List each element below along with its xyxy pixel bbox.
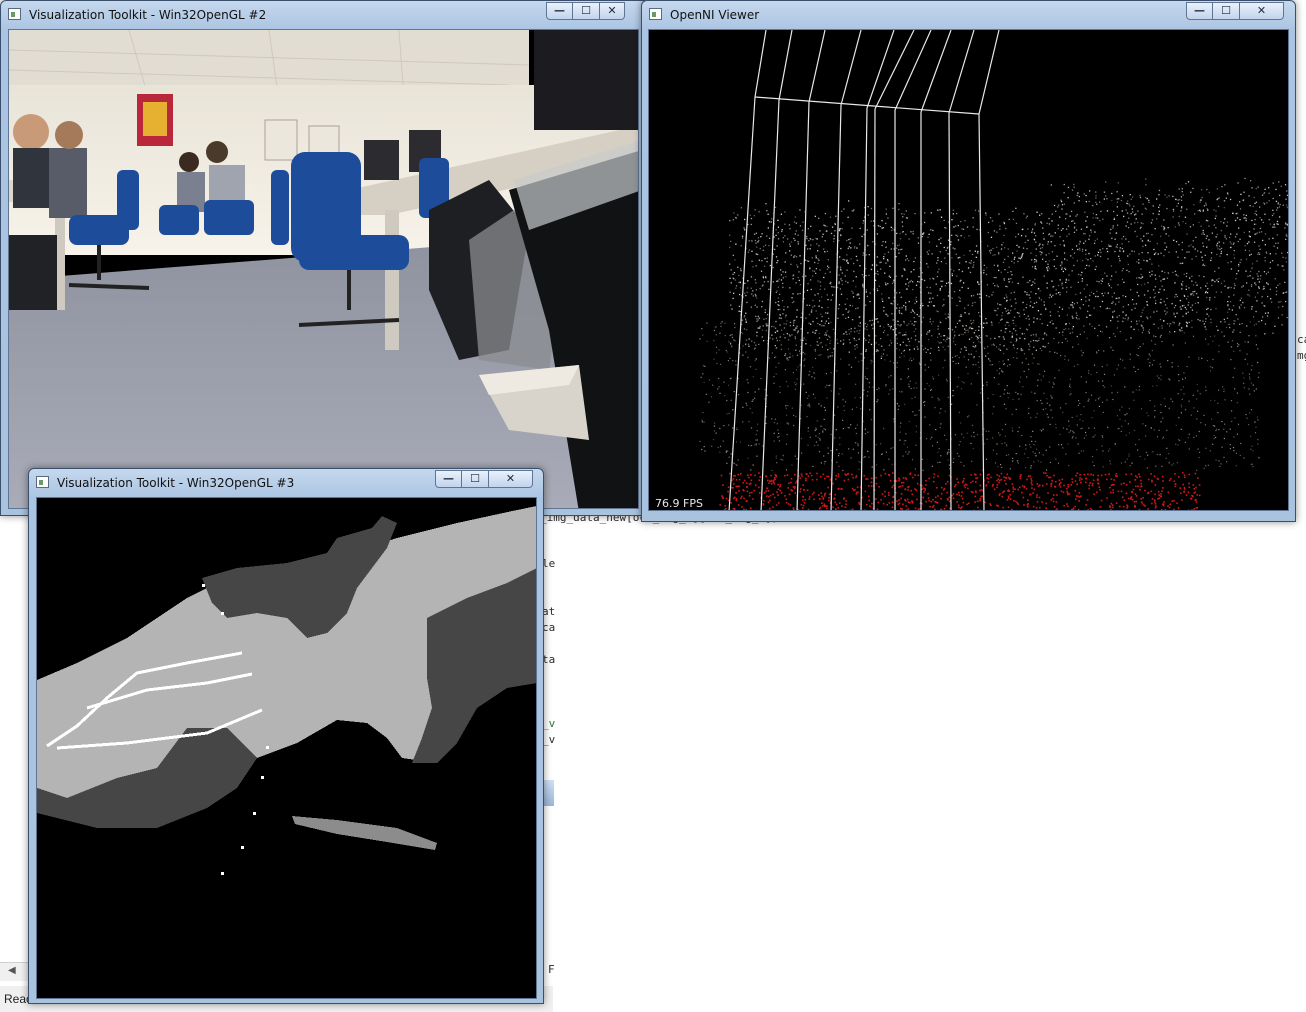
minimize-button[interactable]: —: [435, 470, 462, 488]
titlebar[interactable]: Visualization Toolkit - Win32OpenGL #3 —…: [29, 469, 543, 497]
ide-horizontal-scrollbar[interactable]: ◀: [0, 962, 30, 981]
close-button[interactable]: ✕: [600, 2, 625, 20]
window-app-icon[interactable]: [8, 8, 21, 20]
vtk-window-2[interactable]: Visualization Toolkit - Win32OpenGL #2 —…: [0, 0, 650, 516]
window-title: OpenNI Viewer: [670, 8, 760, 22]
minimize-button[interactable]: —: [546, 2, 573, 20]
maximize-button[interactable]: ☐: [1213, 2, 1240, 20]
camera-render-view[interactable]: [8, 29, 639, 509]
minimize-button[interactable]: —: [1186, 2, 1213, 20]
titlebar[interactable]: OpenNI Viewer — ☐ ✕: [642, 1, 1295, 29]
window-app-icon[interactable]: [649, 8, 662, 20]
window-title: Visualization Toolkit - Win32OpenGL #2: [29, 8, 267, 22]
code-fragment: F: [548, 963, 555, 976]
maximize-button[interactable]: ☐: [462, 470, 489, 488]
segmentation-render-view[interactable]: [36, 497, 537, 999]
segmentation-image: [37, 498, 536, 998]
window-app-icon[interactable]: [36, 476, 49, 488]
maximize-button[interactable]: ☐: [573, 2, 600, 20]
close-button[interactable]: ✕: [489, 470, 533, 488]
code-fragment: mg: [1297, 349, 1306, 362]
close-button[interactable]: ✕: [1240, 2, 1284, 20]
openni-viewer-window[interactable]: OpenNI Viewer — ☐ ✕ 76.9 FPS: [641, 0, 1296, 522]
vtk-window-3[interactable]: Visualization Toolkit - Win32OpenGL #3 —…: [28, 468, 544, 1004]
point-cloud-render-view[interactable]: 76.9 FPS: [648, 29, 1289, 511]
fps-counter: 76.9 FPS: [655, 497, 703, 510]
office-camera-image: [9, 30, 638, 508]
point-cloud-image: [699, 30, 1288, 510]
titlebar[interactable]: Visualization Toolkit - Win32OpenGL #2 —…: [1, 1, 649, 29]
code-fragment: ca: [1297, 333, 1306, 346]
scroll-left-arrow-icon[interactable]: ◀: [8, 965, 16, 976]
window-title: Visualization Toolkit - Win32OpenGL #3: [57, 476, 295, 490]
